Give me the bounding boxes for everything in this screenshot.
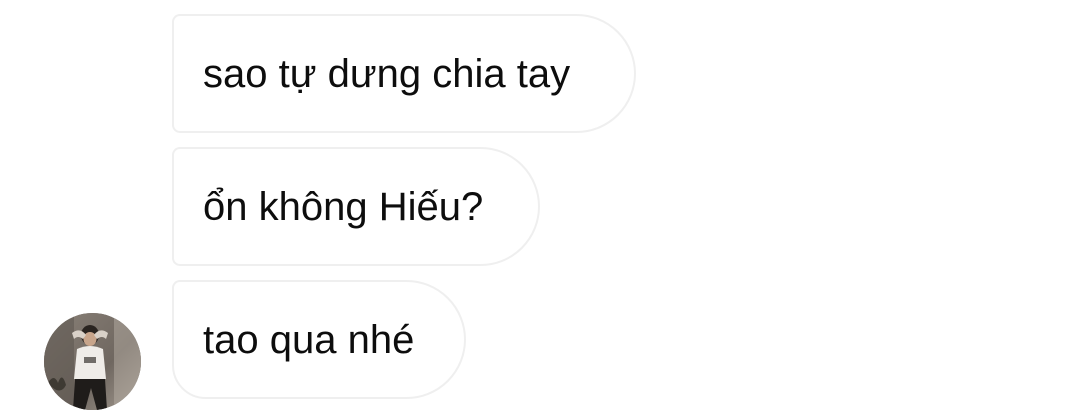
message-bubble-3[interactable]: tao qua nhé: [172, 280, 466, 399]
chat-thread: sao tự dưng chia tay ổn không Hiếu? tao …: [0, 0, 1080, 412]
message-bubble-2[interactable]: ổn không Hiếu?: [172, 147, 540, 266]
avatar-photo-icon: [44, 313, 141, 410]
message-text-1: sao tự dưng chia tay: [203, 51, 571, 96]
message-text-2: ổn không Hiếu?: [203, 184, 484, 229]
message-bubble-1[interactable]: sao tự dưng chia tay: [172, 14, 636, 133]
contact-avatar[interactable]: [44, 313, 141, 410]
message-text-3: tao qua nhé: [203, 317, 415, 362]
